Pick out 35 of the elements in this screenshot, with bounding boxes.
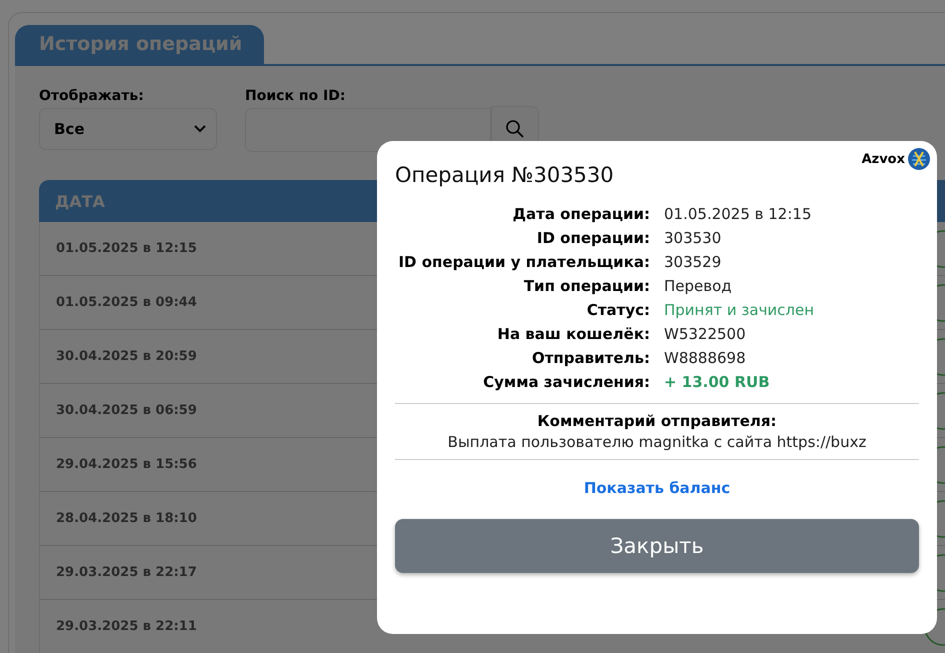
status-value: Принят и зачислен <box>664 301 816 319</box>
date-cell: 28.04.2025 в 18:10 <box>56 511 197 526</box>
chevron-icon <box>194 125 206 133</box>
date-cell: 29.03.2025 в 22:11 <box>56 619 197 634</box>
close-button[interactable]: Закрыть <box>395 519 919 573</box>
date-cell: 01.05.2025 в 12:15 <box>56 241 197 256</box>
date-cell: 30.04.2025 в 06:59 <box>56 403 197 418</box>
search-label: Поиск по ID: <box>245 88 346 104</box>
detail-value: 303529 <box>664 253 722 271</box>
comment-label: Комментарий отправителя: <box>537 412 777 430</box>
comment-text: Выплата пользователю magnitka с сайта https://buxz <box>448 433 866 451</box>
date-cell: 29.03.2025 в 22:17 <box>56 565 197 580</box>
date-cell: 30.04.2025 в 20:59 <box>56 349 197 364</box>
detail-label: Дата операции: <box>512 205 650 223</box>
display-select[interactable]: Все <box>39 108 217 150</box>
detail-label: На ваш кошелёк: <box>496 325 650 343</box>
detail-label: Сумма зачисления: <box>482 373 650 391</box>
date-cell: 29.04.2025 в 15:56 <box>56 457 197 472</box>
detail-label: ID операции: <box>536 229 650 247</box>
detail-value: W5322500 <box>664 325 747 343</box>
detail-value: W8888698 <box>664 349 747 367</box>
amount-value: + 13.00 RUB <box>664 373 771 391</box>
detail-value: 303530 <box>664 229 722 247</box>
detail-value: Перевод <box>664 277 733 295</box>
logo-icon <box>908 148 930 170</box>
search-icon <box>505 119 525 139</box>
detail-label: ID операции у плательщика: <box>397 253 650 271</box>
detail-label: Тип операции: <box>522 277 650 295</box>
display-label: Отображать: <box>39 88 145 104</box>
detail-label: Отправитель: <box>530 349 650 367</box>
date-cell: 01.05.2025 в 09:44 <box>56 295 197 310</box>
brand-name: Azvox <box>862 152 905 166</box>
detail-value: 01.05.2025 в 12:15 <box>664 205 812 223</box>
detail-label: Статус: <box>586 301 650 319</box>
show-balance-link[interactable]: Показать баланс <box>584 479 730 497</box>
